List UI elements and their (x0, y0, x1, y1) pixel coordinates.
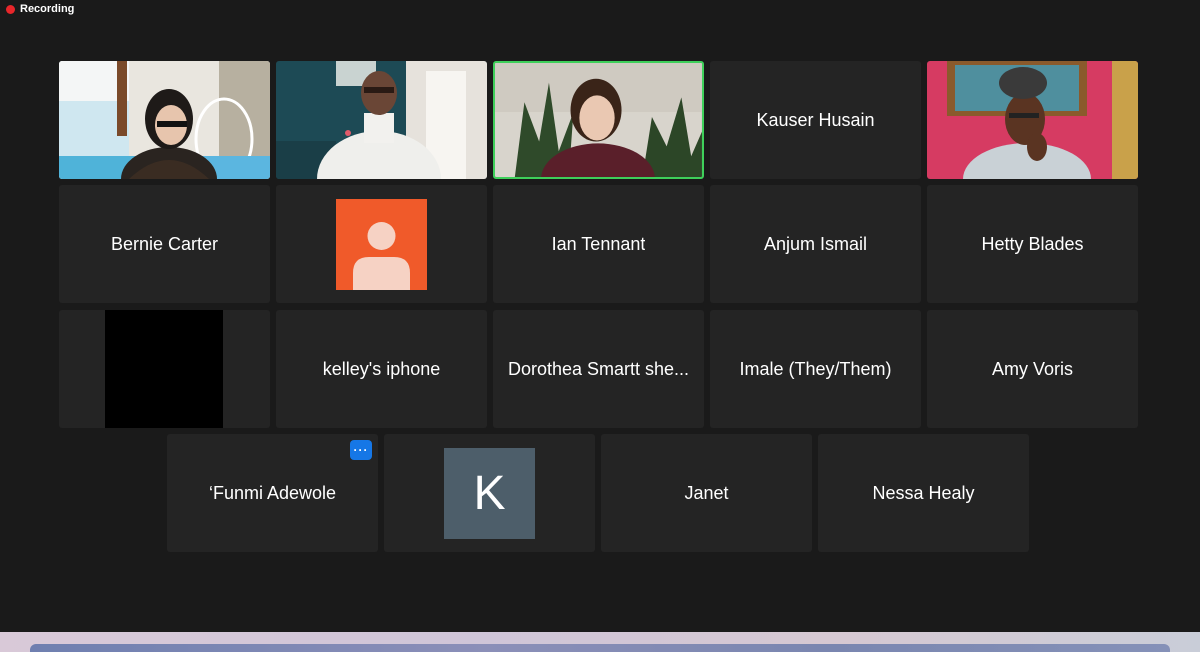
participant-tile-8[interactable]: Ian Tennant (493, 185, 704, 303)
default-avatar-icon (336, 198, 427, 290)
participant-name: Imale (They/Them) (739, 358, 892, 379)
participant-tile-7[interactable] (276, 185, 487, 303)
ellipsis-icon: ··· (353, 443, 369, 457)
participant-video-woman-glasses (59, 61, 270, 179)
person-silhouette-icon (353, 221, 410, 290)
participant-tile-15[interactable]: Amy Voris (927, 310, 1138, 428)
participant-tile-14[interactable]: Imale (They/Them) (710, 310, 921, 428)
participant-tile-video-1[interactable] (59, 61, 270, 179)
avatar-initial: K (473, 466, 506, 520)
participant-name: Ian Tennant (551, 233, 646, 254)
participant-name: Kauser Husain (756, 109, 875, 130)
participant-name: Dorothea Smartt she... (507, 358, 690, 379)
participant-tile-9[interactable]: Anjum Ismail (710, 185, 921, 303)
recording-label: Recording (20, 3, 75, 15)
recording-dot-icon (6, 4, 15, 14)
participant-tile-6[interactable]: Bernie Carter (59, 185, 270, 303)
participant-name: kelley's iphone (322, 358, 441, 379)
participant-video-woman-plants (495, 63, 702, 177)
participant-video-woman-headwrap (927, 61, 1138, 179)
participant-tile-17[interactable]: K (384, 434, 595, 552)
participant-tile-16[interactable]: ‘Funmi Adewole ··· (167, 434, 378, 552)
participant-name: Bernie Carter (110, 233, 219, 254)
initial-avatar: K (444, 447, 535, 539)
participant-name: Hetty Blades (981, 233, 1084, 254)
participant-tile-4[interactable]: Kauser Husain (710, 61, 921, 179)
participant-tile-13[interactable]: Dorothea Smartt she... (493, 310, 704, 428)
participant-video-man-white-top (276, 61, 487, 179)
participant-tile-12[interactable]: kelley's iphone (276, 310, 487, 428)
participant-name: Anjum Ismail (763, 233, 868, 254)
participant-name: Amy Voris (991, 358, 1074, 379)
participant-tile-video-5[interactable] (927, 61, 1138, 179)
participant-tile-18[interactable]: Janet (601, 434, 812, 552)
participant-name: Janet (684, 482, 729, 503)
participant-tile-10[interactable]: Hetty Blades (927, 185, 1138, 303)
desktop-dock-strip (0, 632, 1200, 652)
recording-indicator[interactable]: Recording (6, 2, 74, 16)
participant-more-options-button[interactable]: ··· (350, 440, 372, 460)
meeting-stage: Recording Kauser Husain Bernie Carter Ia… (0, 0, 1200, 632)
participant-tile-11[interactable] (59, 310, 270, 428)
participant-video-black (105, 310, 223, 428)
participant-tile-19[interactable]: Nessa Healy (818, 434, 1029, 552)
participant-name: Nessa Healy (872, 482, 975, 503)
participant-tile-video-2[interactable] (276, 61, 487, 179)
dock-bar (30, 644, 1170, 652)
participant-tile-video-3-active-speaker[interactable] (493, 61, 704, 179)
participant-name: ‘Funmi Adewole (208, 482, 337, 503)
